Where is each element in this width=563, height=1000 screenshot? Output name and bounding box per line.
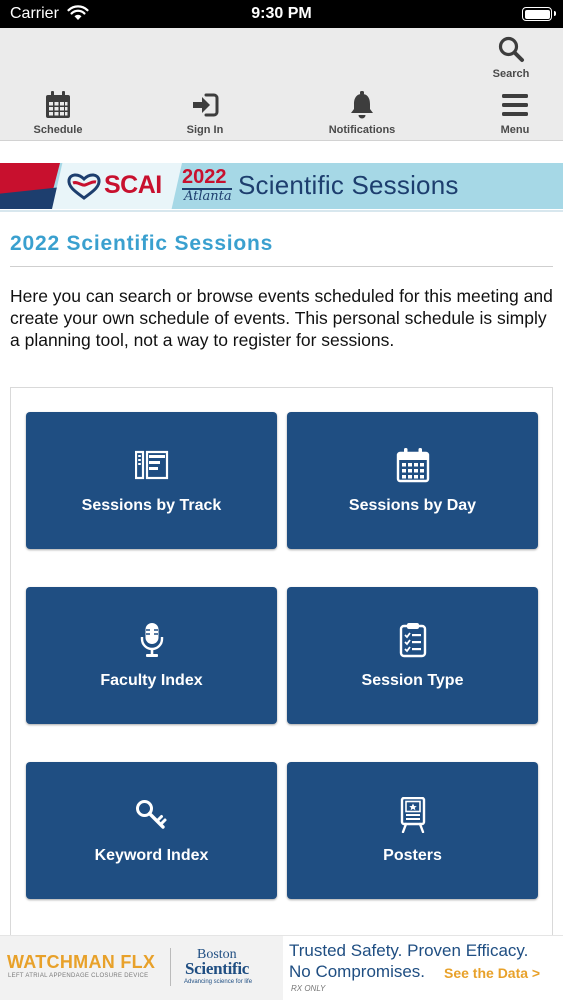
- ad-headline-1: Trusted Safety. Proven Efficacy.: [289, 941, 529, 960]
- ad-divider: [170, 948, 171, 986]
- hamburger-menu-icon: [499, 89, 531, 121]
- notifications-button[interactable]: Notifications: [307, 89, 417, 136]
- bell-icon: [346, 89, 378, 121]
- clipboard-icon: [395, 622, 431, 658]
- sign-in-button[interactable]: Sign In: [150, 89, 260, 136]
- banner-event-name: Scientific Sessions: [238, 170, 459, 200]
- top-toolbar: Search Schedule Sign In Notifications Me…: [0, 28, 563, 141]
- sign-in-label: Sign In: [186, 124, 224, 136]
- event-banner: SCAI 2022 Atlanta Scientific Sessions: [0, 163, 563, 209]
- ad-see-the-data-link[interactable]: See the Data >: [444, 965, 540, 981]
- calendar-icon: [395, 447, 431, 483]
- schedule-label: Schedule: [33, 124, 83, 136]
- ad-rx-only: RX ONLY: [291, 984, 326, 993]
- heart-logo-icon: [67, 173, 101, 200]
- status-bar: Carrier 9:30 PM: [0, 0, 563, 28]
- ad-headline-2: No Compromises.: [289, 962, 426, 981]
- notifications-label: Notifications: [328, 124, 396, 136]
- title-divider: [10, 266, 553, 267]
- tile-label: Sessions by Track: [81, 496, 222, 514]
- tile-label: Sessions by Day: [348, 496, 477, 514]
- tile-label: Faculty Index: [100, 671, 203, 689]
- ad-product-name: WATCHMAN FLX: [7, 952, 156, 972]
- menu-button[interactable]: Menu: [460, 89, 563, 136]
- calendar-icon: [42, 89, 74, 121]
- advertisement-banner[interactable]: WATCHMAN FLX LEFT ATRIAL APPENDAGE CLOSU…: [0, 935, 563, 1000]
- ad-product-tagline: LEFT ATRIAL APPENDAGE CLOSURE DEVICE: [8, 973, 149, 979]
- tile-sessions-by-day[interactable]: Sessions by Day: [287, 412, 538, 549]
- scai-logo: SCAI: [66, 171, 162, 200]
- tile-session-type[interactable]: Session Type: [287, 587, 538, 724]
- tile-label: Keyword Index: [94, 846, 209, 864]
- ad-company-tagline: Advancing science for life: [184, 979, 253, 985]
- scai-wordmark: SCAI: [104, 171, 162, 199]
- sign-in-icon: [189, 89, 221, 121]
- schedule-button[interactable]: Schedule: [3, 89, 113, 136]
- tile-label: Posters: [383, 846, 442, 864]
- search-button[interactable]: Search: [456, 33, 563, 80]
- search-icon: [495, 33, 527, 65]
- key-icon: [134, 797, 170, 833]
- banner-year: 2022: [182, 166, 227, 188]
- track-icon: [134, 447, 170, 483]
- menu-label: Menu: [500, 124, 530, 136]
- intro-paragraph: Here you can search or browse events sch…: [10, 286, 553, 350]
- poster-board-icon: [395, 796, 431, 833]
- banner-divider: [0, 210, 563, 212]
- microphone-icon: [134, 622, 170, 658]
- tile-keyword-index[interactable]: Keyword Index: [26, 762, 277, 899]
- tile-faculty-index[interactable]: Faculty Index: [26, 587, 277, 724]
- battery-icon: [522, 7, 556, 21]
- ad-company-line2: Scientific: [185, 959, 250, 978]
- clock: 9:30 PM: [251, 5, 312, 22]
- tile-sessions-by-track[interactable]: Sessions by Track: [26, 412, 277, 549]
- banner-city: Atlanta: [184, 189, 232, 204]
- search-label: Search: [492, 68, 530, 80]
- page-title: 2022 Scientific Sessions: [10, 232, 274, 255]
- tile-label: Session Type: [361, 671, 464, 689]
- tile-posters[interactable]: Posters: [287, 762, 538, 899]
